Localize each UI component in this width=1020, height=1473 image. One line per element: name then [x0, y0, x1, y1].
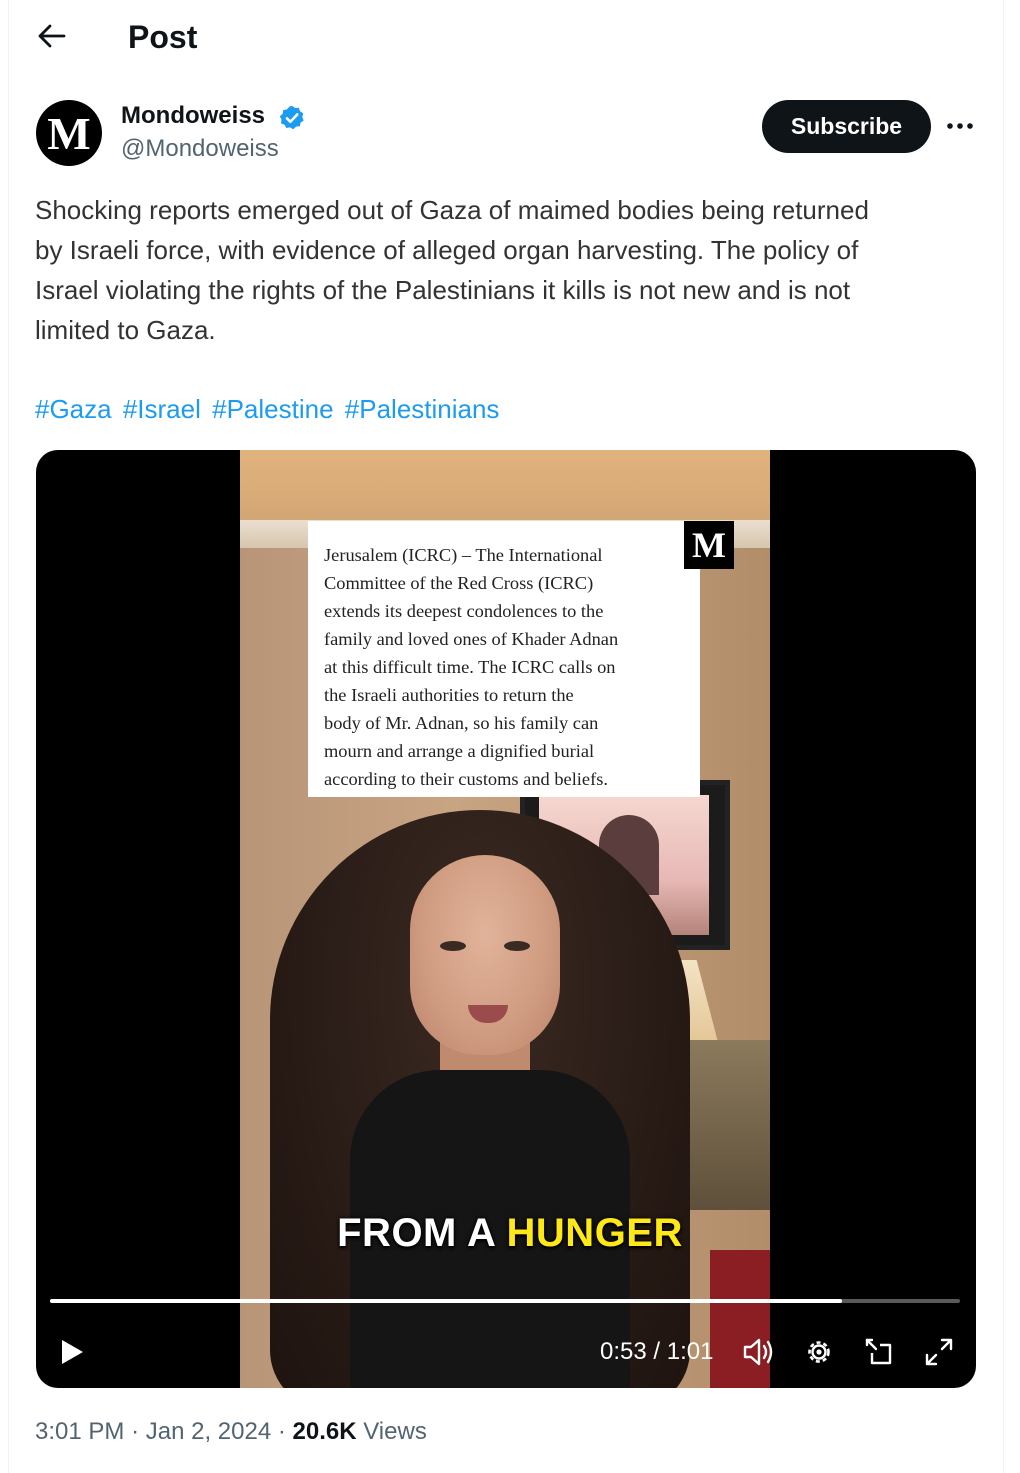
- post-date[interactable]: Jan 2, 2024: [146, 1418, 271, 1445]
- scene-ceiling: [240, 450, 770, 520]
- author-display-name[interactable]: Mondoweiss: [121, 101, 265, 131]
- hashtag-link[interactable]: #Israel: [123, 394, 201, 424]
- settings-gear-icon: [808, 1341, 830, 1363]
- volume-icon: [743, 1338, 773, 1366]
- hashtag-link[interactable]: #Palestine: [212, 394, 333, 424]
- settings-button[interactable]: [798, 1332, 840, 1372]
- hashtag-link[interactable]: #Gaza: [35, 394, 112, 424]
- video-article-overlay: Jerusalem (ICRC) – The International Com…: [308, 521, 700, 797]
- arrow-left-icon: [38, 24, 66, 48]
- fullscreen-icon: [925, 1338, 953, 1366]
- video-time-readout: 0:53 / 1:01: [600, 1338, 714, 1365]
- back-button[interactable]: [30, 16, 74, 56]
- views-label: Views: [363, 1418, 427, 1445]
- video-progress-fill: [50, 1299, 842, 1303]
- play-icon: [62, 1340, 83, 1364]
- more-options-button[interactable]: [940, 106, 980, 146]
- volume-button[interactable]: [738, 1332, 780, 1372]
- post-meta: 3:01 PM · Jan 2, 2024 · 20.6K Views: [35, 1417, 427, 1447]
- video-progress-bar[interactable]: [50, 1299, 960, 1303]
- post-time[interactable]: 3:01 PM: [35, 1418, 124, 1445]
- meta-separator: ·: [277, 1418, 286, 1445]
- avatar[interactable]: M: [36, 100, 102, 166]
- caption-highlight-text: HUNGER: [506, 1211, 683, 1255]
- hashtag-list: #Gaza #Israel #Palestine #Palestinians: [35, 389, 503, 429]
- page-title: Post: [128, 19, 198, 55]
- picture-in-picture-button[interactable]: [858, 1332, 900, 1372]
- views-count: 20.6K: [292, 1418, 357, 1445]
- article-quote-text: Jerusalem (ICRC) – The International Com…: [324, 545, 619, 789]
- fullscreen-button[interactable]: [918, 1332, 960, 1372]
- caption-text: FROM A: [337, 1211, 507, 1255]
- play-button[interactable]: [52, 1332, 92, 1372]
- verified-badge-icon: [279, 105, 304, 130]
- post-text: Shocking reports emerged out of Gaza of …: [35, 195, 869, 345]
- author-handle[interactable]: @Mondoweiss: [121, 134, 279, 164]
- meta-separator: ·: [131, 1418, 140, 1445]
- picture-in-picture-icon: [865, 1338, 892, 1365]
- subscribe-button[interactable]: Subscribe: [762, 100, 931, 153]
- speaker-face: [410, 855, 560, 1055]
- more-horizontal-icon: [947, 123, 973, 129]
- video-caption: FROM A HUNGER: [0, 1210, 1020, 1256]
- mondoweiss-logo: M: [684, 521, 734, 569]
- hashtag-link[interactable]: #Palestinians: [345, 394, 500, 424]
- top-bar: Post: [0, 0, 1020, 76]
